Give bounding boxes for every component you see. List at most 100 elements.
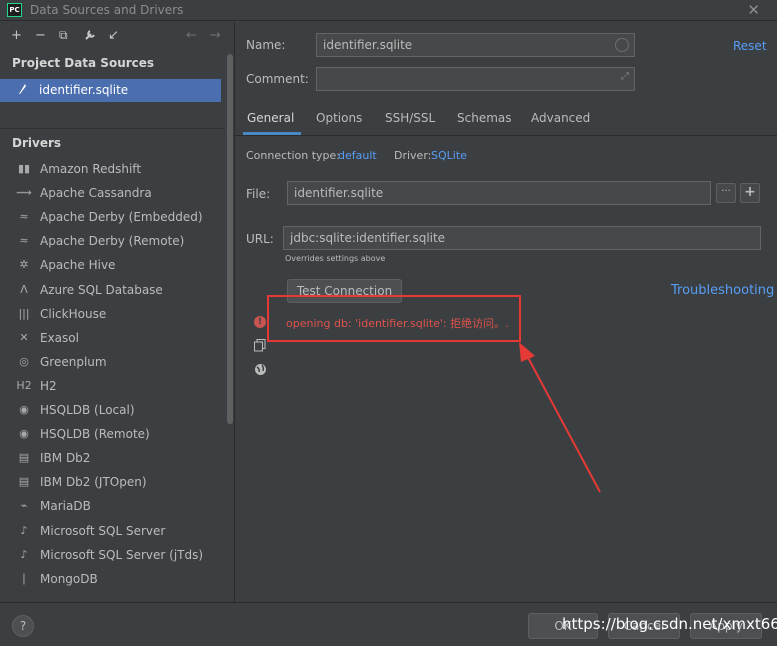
name-label: Name: <box>246 38 286 52</box>
remove-icon[interactable]: − <box>35 28 46 43</box>
driver-item[interactable]: ||| ClickHouse <box>0 304 224 326</box>
driver-item[interactable]: ◉ HSQLDB (Remote) <box>0 424 224 446</box>
cassandra-icon: ⟿ <box>16 186 32 200</box>
back-arrow-icon[interactable]: ← <box>186 28 197 43</box>
close-icon[interactable]: ✕ <box>747 1 760 19</box>
help-button[interactable]: ? <box>12 615 34 637</box>
reset-link[interactable]: Reset <box>733 39 767 53</box>
driver-item[interactable]: ◉ HSQLDB (Local) <box>0 400 224 422</box>
data-source-label: identifier.sqlite <box>39 83 129 97</box>
import-icon[interactable]: ↙ <box>108 28 119 43</box>
driver-label: Microsoft SQL Server <box>40 523 166 538</box>
driver-item[interactable]: ♪ Microsoft SQL Server <box>0 521 224 543</box>
h2-icon: H2 <box>16 378 32 392</box>
url-hint: Overrides settings above <box>285 254 386 263</box>
connection-type-link[interactable]: default <box>338 149 377 162</box>
add-icon[interactable]: + <box>11 28 22 43</box>
duplicate-icon[interactable]: ⧉ <box>59 28 68 43</box>
clickhouse-icon: ||| <box>18 306 30 320</box>
error-highlight-box <box>267 295 521 342</box>
hive-icon: ✲ <box>19 258 29 272</box>
driver-label: Amazon Redshift <box>40 162 142 176</box>
driver-label: IBM Db2 <box>40 451 91 466</box>
url-input[interactable]: jdbc:sqlite:identifier.sqlite <box>283 226 761 250</box>
wrench-icon[interactable] <box>84 28 97 44</box>
driver-label: HSQLDB (Remote) <box>40 427 150 442</box>
ibm-db2-icon: ▤ <box>18 475 30 489</box>
derby-icon: ≈ <box>19 210 29 224</box>
tab-ssh-ssl[interactable]: SSH/SSL <box>385 111 435 125</box>
file-label: File: <box>246 187 271 201</box>
watermark: https://blog.csdn.net/xmxt668 <box>562 615 777 633</box>
comment-input[interactable]: ⤢ <box>316 67 635 91</box>
driver-label: Apache Derby (Embedded) <box>40 210 203 225</box>
mariadb-icon: ⌁ <box>20 499 28 513</box>
driver-label: IBM Db2 (JTOpen) <box>40 475 147 490</box>
driver-item[interactable]: ◎ Greenplum <box>0 352 224 374</box>
comment-label: Comment: <box>246 72 309 86</box>
driver-label: Exasol <box>40 330 79 345</box>
driver-item[interactable]: Λ Azure SQL Database <box>0 280 224 302</box>
derby-icon: ≈ <box>19 234 29 248</box>
file-input[interactable]: identifier.sqlite <box>287 181 711 205</box>
copy-icon[interactable] <box>254 339 266 355</box>
project-data-sources-heading: Project Data Sources <box>12 56 155 70</box>
driver-label: Apache Hive <box>40 258 116 273</box>
connection-type-label: Connection type: <box>246 149 341 162</box>
url-value: jdbc:sqlite:identifier.sqlite <box>290 231 446 245</box>
feather-icon <box>17 83 27 98</box>
driver-item[interactable]: ✲ Apache Hive <box>0 255 224 277</box>
driver-label: HSQLDB (Local) <box>40 403 135 417</box>
driver-item[interactable]: ♪ Microsoft SQL Server (jTds) <box>0 545 224 567</box>
left-panel: + − ⧉ ↙ ← → Project Data Sources identif… <box>0 22 234 602</box>
driver-item[interactable]: ≈ Apache Derby (Remote) <box>0 231 224 253</box>
ibm-db2-icon: ▤ <box>18 451 30 465</box>
mongodb-icon: ❘ <box>19 571 29 585</box>
drivers-heading: Drivers <box>12 136 62 150</box>
driver-item[interactable]: ▮▮ Amazon Redshift <box>0 159 224 181</box>
window-title: Data Sources and Drivers <box>30 3 184 17</box>
data-source-item[interactable]: identifier.sqlite <box>0 79 221 102</box>
file-value: identifier.sqlite <box>294 186 384 200</box>
driver-item[interactable]: ▤ IBM Db2 (JTOpen) <box>0 472 224 494</box>
greenplum-icon: ◎ <box>19 354 29 368</box>
driver-label: Azure SQL Database <box>40 282 163 297</box>
tab-advanced[interactable]: Advanced <box>531 111 590 125</box>
forward-arrow-icon[interactable]: → <box>210 28 221 43</box>
troubleshooting-link[interactable]: Troubleshooting <box>671 283 774 298</box>
expand-icon[interactable]: ⤢ <box>621 71 629 82</box>
driver-item[interactable]: ≈ Apache Derby (Embedded) <box>0 207 224 229</box>
driver-label: MariaDB <box>40 499 91 514</box>
browse-button[interactable]: ··· <box>716 183 736 203</box>
add-file-button[interactable]: + <box>740 183 760 203</box>
redshift-icon: ▮▮ <box>17 162 31 175</box>
driver-label: Apache Cassandra <box>40 186 152 201</box>
driver-item[interactable]: ✕ Exasol <box>0 328 224 350</box>
error-icon: ! <box>254 316 266 328</box>
driver-label: Driver: <box>394 149 432 162</box>
driver-item[interactable]: ⟿ Apache Cassandra <box>0 183 224 205</box>
right-panel: Name: identifier.sqlite Reset Comment: ⤢… <box>235 22 777 602</box>
driver-item[interactable]: ❘ MongoDB <box>0 569 224 591</box>
driver-item[interactable]: ▤ IBM Db2 <box>0 448 224 470</box>
tab-general[interactable]: General <box>247 111 294 125</box>
divider <box>0 128 225 129</box>
driver-label: Apache Derby (Remote) <box>40 234 185 249</box>
name-value: identifier.sqlite <box>323 38 413 52</box>
driver-link[interactable]: SQLite <box>431 149 467 162</box>
pycharm-icon: PC <box>7 3 22 17</box>
name-input[interactable]: identifier.sqlite <box>316 33 635 57</box>
driver-label: Greenplum <box>40 354 107 369</box>
url-label: URL: <box>246 232 274 246</box>
driver-item[interactable]: H2 H2 <box>0 376 224 398</box>
clear-circle-icon[interactable] <box>615 38 629 52</box>
globe-icon[interactable] <box>254 363 267 379</box>
tab-options[interactable]: Options <box>316 111 362 125</box>
mssql-icon: ♪ <box>20 523 28 537</box>
azure-icon: Λ <box>20 282 28 296</box>
driver-item[interactable]: ⌁ MariaDB <box>0 496 224 518</box>
scrollbar-thumb[interactable] <box>227 54 233 424</box>
exasol-icon: ✕ <box>19 330 29 344</box>
tab-schemas[interactable]: Schemas <box>457 111 512 125</box>
tabs-divider <box>235 135 777 136</box>
